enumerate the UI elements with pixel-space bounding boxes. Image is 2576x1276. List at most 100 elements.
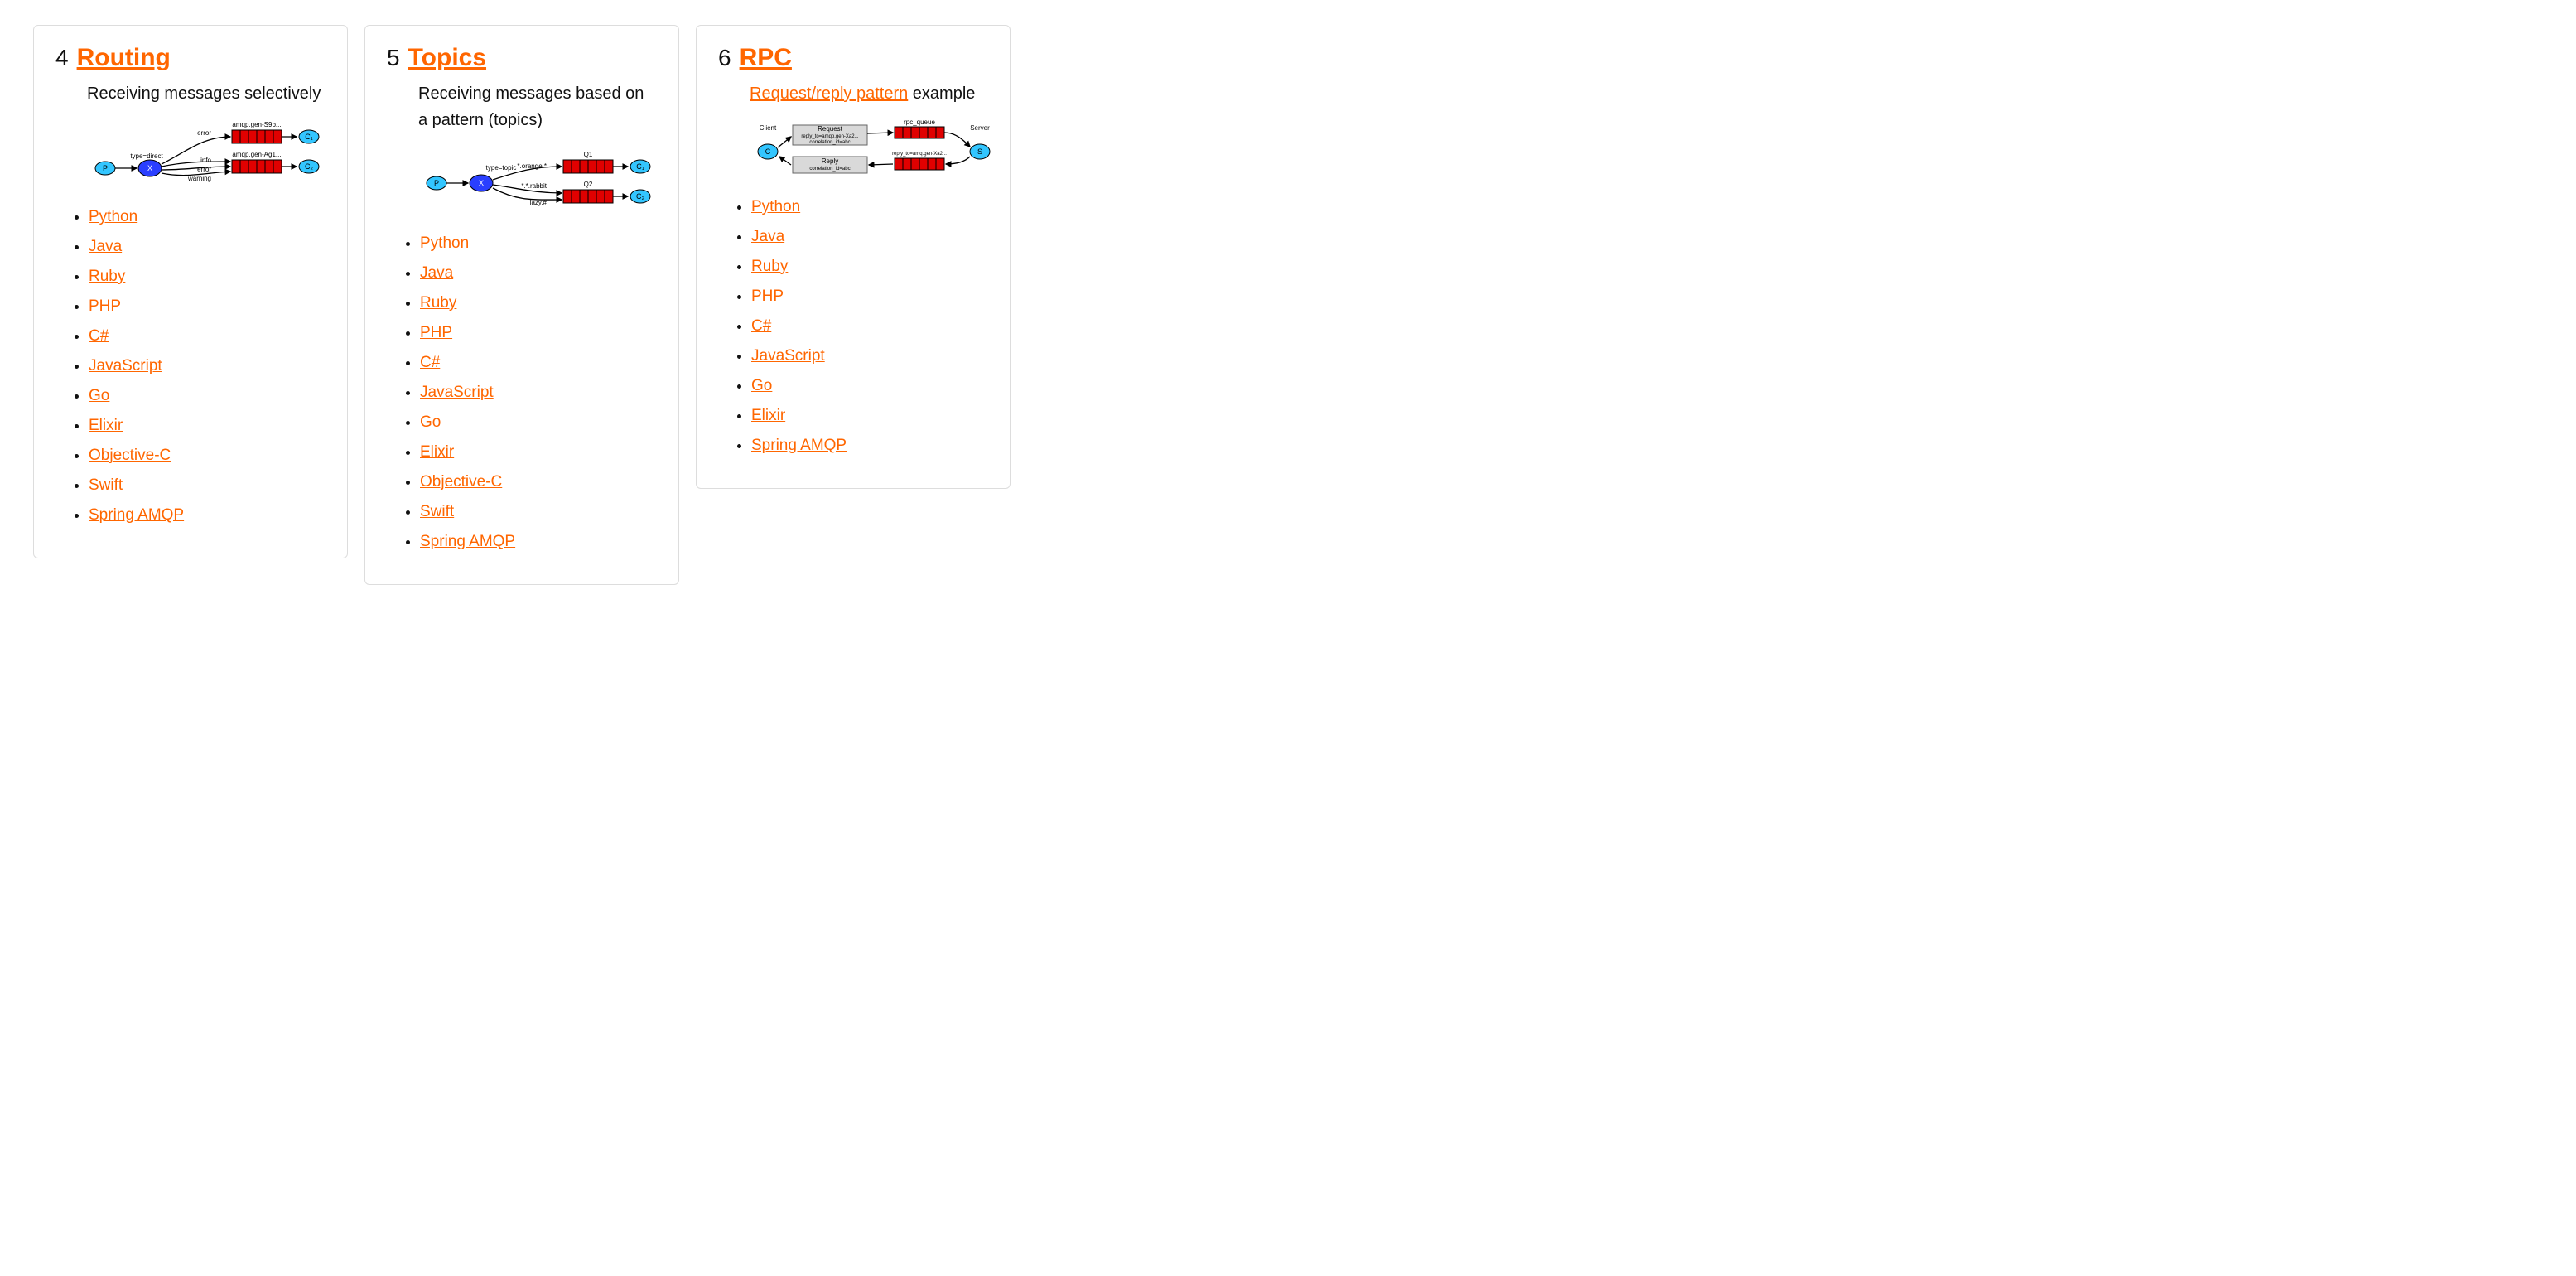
producer-label: P [103,164,108,172]
lang-link-java[interactable]: Java [89,238,122,255]
tutorial-cards-row: 4 Routing Receiving messages selectively… [0,0,2576,610]
exchange-label: X [479,179,484,187]
reply-line1: correlation_id=abc [809,167,850,172]
list-item: Swift [420,503,657,521]
lang-link-php[interactable]: PHP [751,288,784,305]
rpc-queue-label: rpc_queue [904,118,935,126]
card-title-link[interactable]: Routing [77,44,171,72]
lang-link-javascript[interactable]: JavaScript [751,347,825,365]
lang-link-csharp[interactable]: C# [751,317,771,335]
card-rpc: 6 RPC Request/reply pattern example Clie… [696,25,1011,489]
list-item: Go [89,387,326,405]
consumer-label: C₂ [636,192,644,201]
lang-link-javascript[interactable]: JavaScript [89,357,162,375]
lang-link-ruby[interactable]: Ruby [751,258,788,275]
card-description: Receiving messages selectively [87,80,326,107]
list-item: Java [751,228,988,246]
lang-link-python[interactable]: Python [420,234,469,252]
lang-link-elixir[interactable]: Elixir [89,417,123,434]
list-item: PHP [420,324,657,342]
list-item: Ruby [89,268,326,286]
list-item: Java [89,238,326,256]
lang-link-ruby[interactable]: Ruby [89,268,125,285]
diagram-topics: P X type=topic Q1 *.orange.* C₁ Q2 [418,145,657,221]
lang-link-python[interactable]: Python [751,198,800,215]
list-item: Go [420,413,657,432]
client-label: Client [760,124,777,132]
card-description: Receiving messages based on a pattern (t… [418,80,657,133]
queue-name: Q2 [584,181,593,188]
card-title-link[interactable]: RPC [740,44,792,72]
list-item: C# [420,354,657,372]
lang-link-swift[interactable]: Swift [89,476,123,494]
list-item: Python [420,234,657,253]
list-item: Ruby [420,294,657,312]
queue-name: amqp.gen-Ag1... [232,151,281,158]
lang-link-spring-amqp[interactable]: Spring AMQP [751,437,847,454]
card-title-link[interactable]: Topics [408,44,486,72]
card-topics: 5 Topics Receiving messages based on a p… [364,25,679,585]
lang-link-spring-amqp[interactable]: Spring AMQP [89,506,184,524]
list-item: Java [420,264,657,283]
list-item: JavaScript [89,357,326,375]
card-heading: 4 Routing [55,44,326,72]
binding-label: error [197,129,211,137]
list-item: PHP [89,297,326,316]
list-item: Python [751,198,988,216]
binding-label: error [197,166,211,173]
lang-link-java[interactable]: Java [420,264,453,282]
list-item: Elixir [420,443,657,462]
client-node-label: C [765,147,771,156]
list-item: PHP [751,288,988,306]
lang-link-go[interactable]: Go [420,413,441,431]
list-item: Elixir [89,417,326,435]
queue-name: amqp.gen-S9b... [232,121,281,128]
reply-queue-label: reply_to=amq.gen-Xa2... [892,152,947,157]
lang-link-javascript[interactable]: JavaScript [420,384,494,401]
server-node-label: S [977,147,982,156]
list-item: JavaScript [751,347,988,365]
lang-link-csharp[interactable]: C# [420,354,440,371]
card-routing: 4 Routing Receiving messages selectively… [33,25,348,558]
exchange-type-label: type=topic [486,164,517,172]
lang-link-objective-c[interactable]: Objective-C [89,447,171,464]
lang-link-php[interactable]: PHP [89,297,121,315]
queue-name: Q1 [584,151,593,158]
consumer-label: C₂ [305,162,313,171]
lang-link-csharp[interactable]: C# [89,327,109,345]
list-item: Spring AMQP [89,506,326,524]
card-description: Request/reply pattern example [750,80,988,107]
list-item: Spring AMQP [420,533,657,551]
lang-link-go[interactable]: Go [751,377,772,394]
diagram-rpc: Client C Server S Request reply_to=amqp.… [750,118,988,185]
binding-label: warning [187,175,211,182]
lang-link-php[interactable]: PHP [420,324,452,341]
request-reply-pattern-link[interactable]: Request/reply pattern [750,85,908,103]
lang-link-java[interactable]: Java [751,228,784,245]
binding-label: *.orange.* [517,162,547,170]
language-list: Python Java Ruby PHP C# JavaScript Go El… [72,208,326,524]
card-heading: 6 RPC [718,44,988,72]
binding-label: info [200,157,211,164]
producer-label: P [434,179,439,187]
lang-link-ruby[interactable]: Ruby [420,294,456,312]
list-item: Objective-C [420,473,657,491]
consumer-label: C₁ [305,133,313,141]
lang-link-python[interactable]: Python [89,208,137,225]
list-item: Ruby [751,258,988,276]
consumer-label: C₁ [636,162,644,171]
lang-link-spring-amqp[interactable]: Spring AMQP [420,533,515,550]
list-item: Go [751,377,988,395]
lang-link-elixir[interactable]: Elixir [420,443,454,461]
exchange-type-label: type=direct [130,152,163,160]
lang-link-go[interactable]: Go [89,387,109,404]
list-item: C# [89,327,326,346]
lang-link-swift[interactable]: Swift [420,503,454,520]
language-list: Python Java Ruby PHP C# JavaScript Go El… [403,234,657,551]
list-item: Elixir [751,407,988,425]
card-number: 5 [387,45,400,71]
lang-link-objective-c[interactable]: Objective-C [420,473,502,491]
exchange-label: X [147,164,152,172]
lang-link-elixir[interactable]: Elixir [751,407,785,424]
server-label: Server [970,124,990,132]
